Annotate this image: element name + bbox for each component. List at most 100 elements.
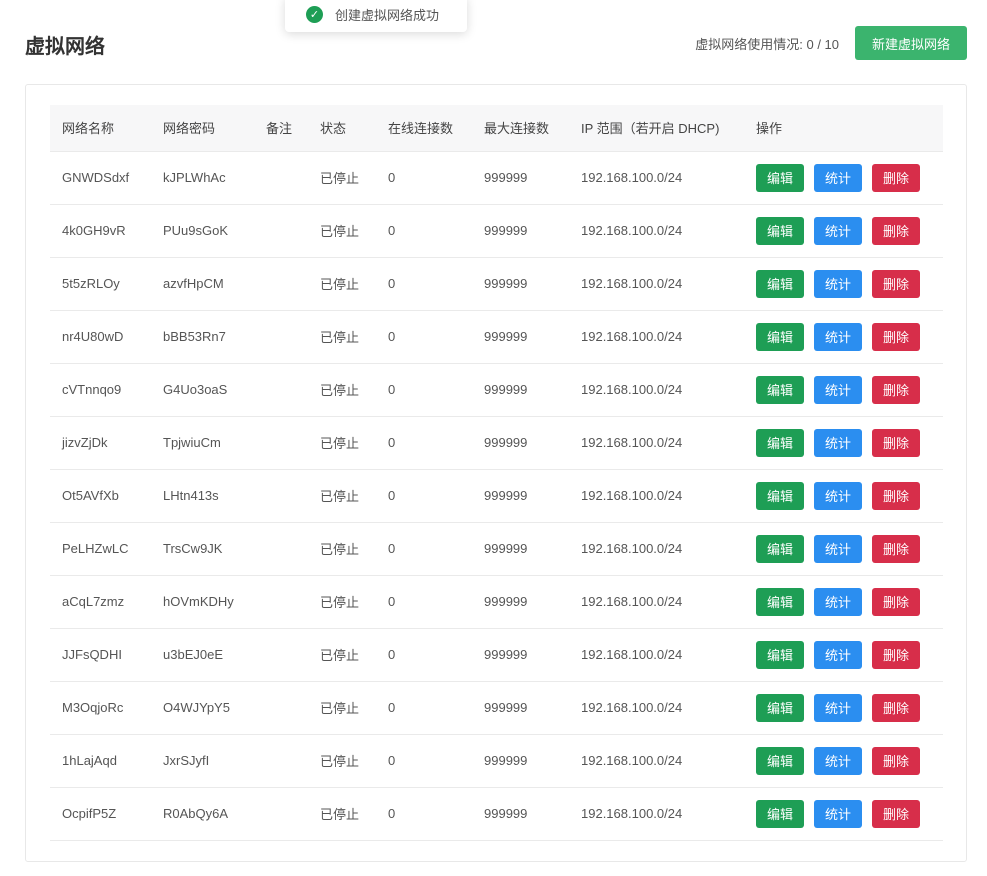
edit-button[interactable]: 编辑	[756, 481, 804, 510]
stats-button[interactable]: 统计	[814, 534, 862, 563]
status-cell: 已停止	[308, 363, 376, 417]
online-count-cell: 0	[376, 469, 472, 523]
note-cell	[254, 469, 308, 523]
delete-button[interactable]: 删除	[872, 375, 920, 404]
network-name-cell: nr4U80wD	[50, 310, 151, 364]
online-count-cell: 0	[376, 522, 472, 576]
table-row: 4k0GH9vR PUu9sGoK 已停止 0 999999 192.168.100.0/…	[50, 204, 943, 258]
stats-button[interactable]: 统计	[814, 216, 862, 245]
network-name-cell: 5t5zRLOy	[50, 257, 151, 311]
actions-cell: 编辑 统计 删除	[744, 787, 943, 841]
note-cell	[254, 310, 308, 364]
status-cell: 已停止	[308, 575, 376, 629]
network-name-cell: cVTnnqo9	[50, 363, 151, 417]
table-row: jizvZjDk TpjwiuCm 已停止 0 999999 192.168.100.0/…	[50, 416, 943, 470]
stats-button[interactable]: 统计	[814, 481, 862, 510]
edit-button[interactable]: 编辑	[756, 163, 804, 192]
delete-button[interactable]: 删除	[872, 693, 920, 722]
new-network-button[interactable]: 新建虚拟网络	[855, 26, 967, 60]
delete-button[interactable]: 删除	[872, 587, 920, 616]
ip-range-cell: 192.168.100.0/24	[569, 204, 744, 258]
delete-button[interactable]: 删除	[872, 640, 920, 669]
edit-button[interactable]: 编辑	[756, 428, 804, 457]
status-cell: 已停止	[308, 204, 376, 258]
online-count-cell: 0	[376, 416, 472, 470]
online-count-cell: 0	[376, 204, 472, 258]
edit-button[interactable]: 编辑	[756, 375, 804, 404]
header-cell: 备注	[254, 105, 308, 152]
max-count-cell: 999999	[472, 628, 569, 682]
actions-cell: 编辑 统计 删除	[744, 734, 943, 788]
network-password-cell: PUu9sGoK	[151, 204, 254, 258]
delete-button[interactable]: 删除	[872, 799, 920, 828]
page-title: 虚拟网络	[25, 36, 105, 58]
actions-cell: 编辑 统计 删除	[744, 469, 943, 523]
network-password-cell: O4WJYpY5	[151, 681, 254, 735]
ip-range-cell: 192.168.100.0/24	[569, 575, 744, 629]
stats-button[interactable]: 统计	[814, 428, 862, 457]
delete-button[interactable]: 删除	[872, 481, 920, 510]
stats-button[interactable]: 统计	[814, 587, 862, 616]
stats-button[interactable]: 统计	[814, 375, 862, 404]
max-count-cell: 999999	[472, 681, 569, 735]
max-count-cell: 999999	[472, 363, 569, 417]
edit-button[interactable]: 编辑	[756, 216, 804, 245]
network-password-cell: TpjwiuCm	[151, 416, 254, 470]
actions-cell: 编辑 统计 删除	[744, 151, 943, 205]
network-name-cell: aCqL7zmz	[50, 575, 151, 629]
edit-button[interactable]: 编辑	[756, 322, 804, 351]
ip-range-cell: 192.168.100.0/24	[569, 416, 744, 470]
delete-button[interactable]: 删除	[872, 163, 920, 192]
ip-range-cell: 192.168.100.0/24	[569, 310, 744, 364]
stats-button[interactable]: 统计	[814, 269, 862, 298]
network-password-cell: R0AbQy6A	[151, 787, 254, 841]
header-cell: 在线连接数	[376, 105, 472, 152]
edit-button[interactable]: 编辑	[756, 746, 804, 775]
table-row: OcpifP5Z R0AbQy6A 已停止 0 999999 192.168.100.0/…	[50, 787, 943, 841]
status-cell: 已停止	[308, 151, 376, 205]
delete-button[interactable]: 删除	[872, 746, 920, 775]
edit-button[interactable]: 编辑	[756, 799, 804, 828]
table-row: PeLHZwLC TrsCw9JK 已停止 0 999999 192.168.100.0/…	[50, 522, 943, 576]
online-count-cell: 0	[376, 787, 472, 841]
status-cell: 已停止	[308, 310, 376, 364]
network-name-cell: 1hLajAqd	[50, 734, 151, 788]
note-cell	[254, 416, 308, 470]
edit-button[interactable]: 编辑	[756, 693, 804, 722]
network-name-cell: 4k0GH9vR	[50, 204, 151, 258]
max-count-cell: 999999	[472, 257, 569, 311]
actions-cell: 编辑 统计 删除	[744, 628, 943, 682]
stats-button[interactable]: 统计	[814, 746, 862, 775]
table-row: Ot5AVfXb LHtn413s 已停止 0 999999 192.168.100.0/…	[50, 469, 943, 523]
delete-button[interactable]: 删除	[872, 428, 920, 457]
edit-button[interactable]: 编辑	[756, 587, 804, 616]
stats-button[interactable]: 统计	[814, 322, 862, 351]
header-cell: IP 范围（若开启 DHCP)	[569, 105, 744, 152]
stats-button[interactable]: 统计	[814, 163, 862, 192]
delete-button[interactable]: 删除	[872, 216, 920, 245]
max-count-cell: 999999	[472, 469, 569, 523]
note-cell	[254, 734, 308, 788]
online-count-cell: 0	[376, 257, 472, 311]
ip-range-cell: 192.168.100.0/24	[569, 681, 744, 735]
delete-button[interactable]: 删除	[872, 322, 920, 351]
header-cell: 网络密码	[151, 105, 254, 152]
edit-button[interactable]: 编辑	[756, 640, 804, 669]
status-cell: 已停止	[308, 734, 376, 788]
table-row: JJFsQDHI u3bEJ0eE 已停止 0 999999 192.168.100.0/…	[50, 628, 943, 682]
delete-button[interactable]: 删除	[872, 269, 920, 298]
note-cell	[254, 363, 308, 417]
actions-cell: 编辑 统计 删除	[744, 522, 943, 576]
status-cell: 已停止	[308, 257, 376, 311]
edit-button[interactable]: 编辑	[756, 269, 804, 298]
max-count-cell: 999999	[472, 575, 569, 629]
network-name-cell: M3OqjoRc	[50, 681, 151, 735]
header-cell: 操作	[744, 105, 943, 152]
ip-range-cell: 192.168.100.0/24	[569, 734, 744, 788]
note-cell	[254, 681, 308, 735]
stats-button[interactable]: 统计	[814, 799, 862, 828]
delete-button[interactable]: 删除	[872, 534, 920, 563]
stats-button[interactable]: 统计	[814, 640, 862, 669]
stats-button[interactable]: 统计	[814, 693, 862, 722]
edit-button[interactable]: 编辑	[756, 534, 804, 563]
